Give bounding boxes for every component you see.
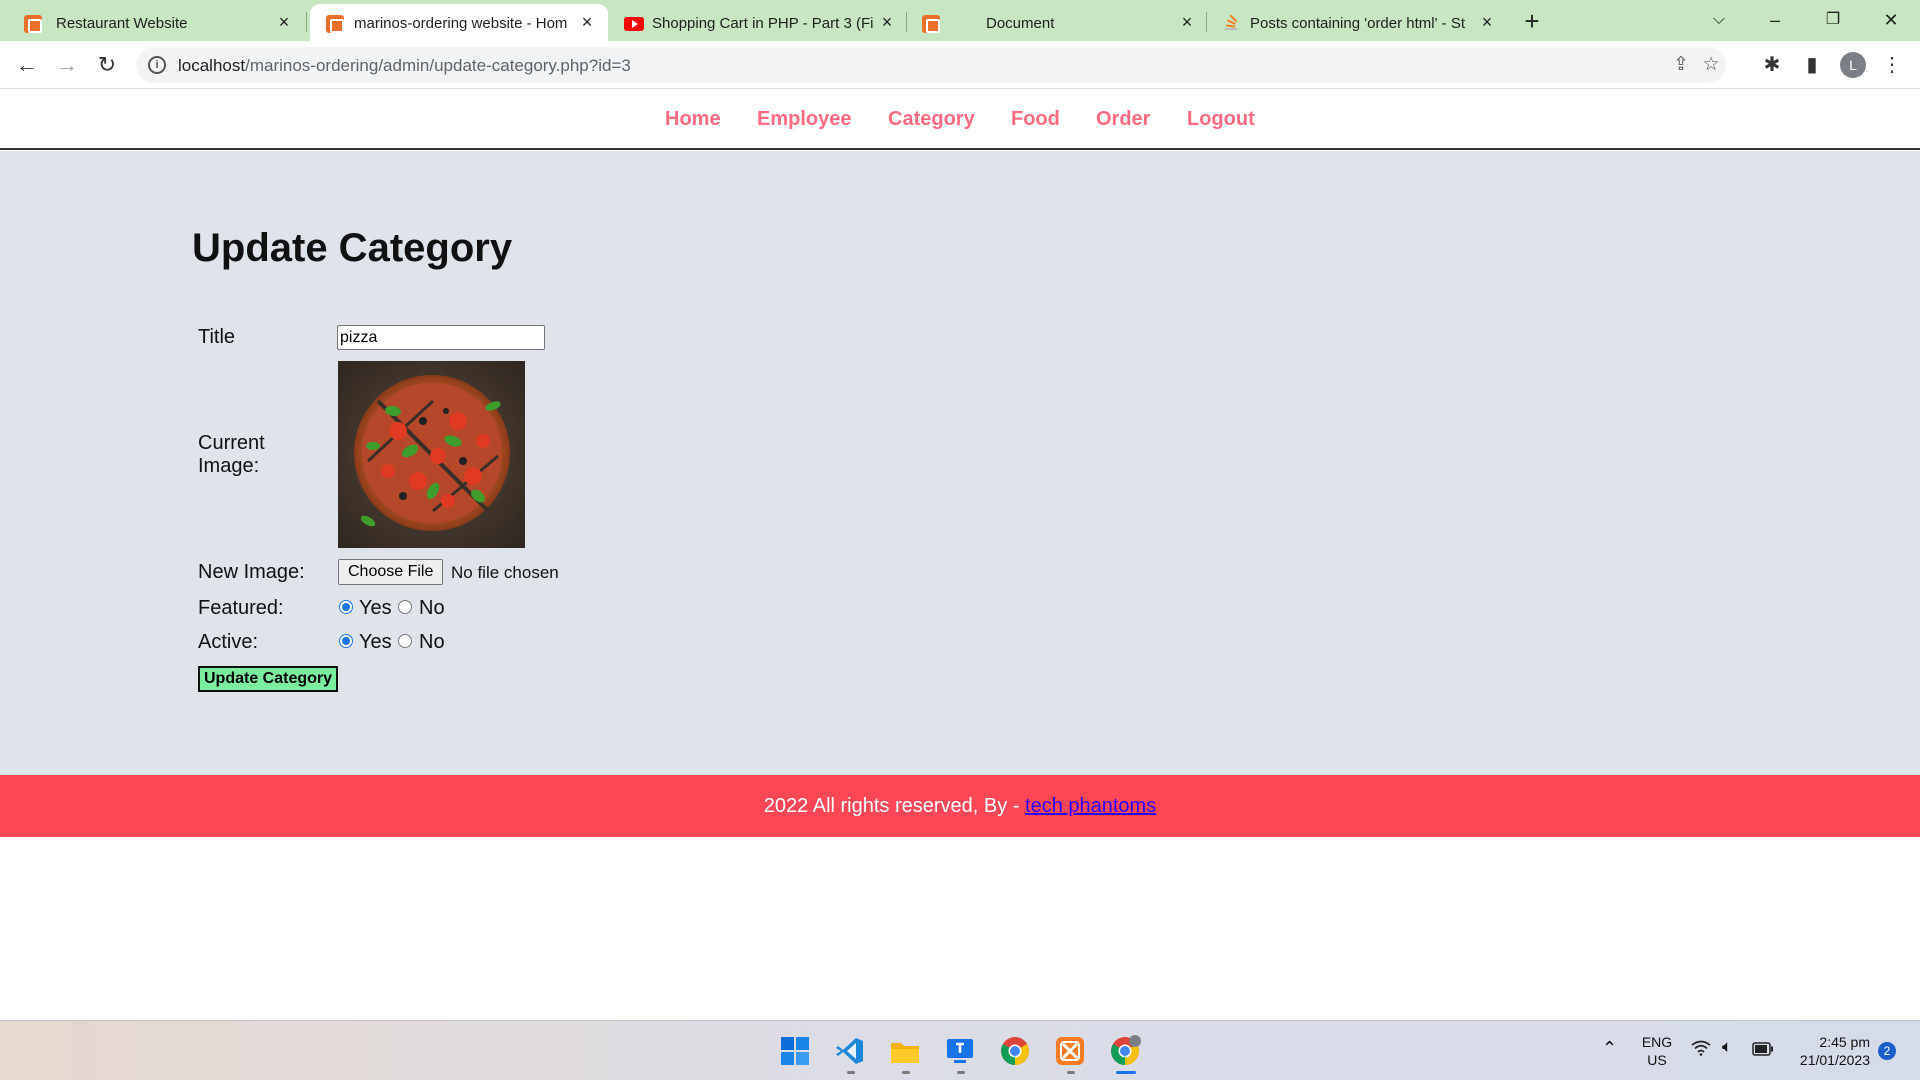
- volume-icon[interactable]: 🔈︎: [1722, 1038, 1732, 1056]
- tab-title: marinos-ordering website - Hom: [354, 15, 568, 32]
- clock[interactable]: 2:45 pm 21/01/2023: [1790, 1033, 1870, 1069]
- file-explorer-icon[interactable]: [889, 1035, 921, 1067]
- running-indicator: [1067, 1071, 1075, 1074]
- nav-category[interactable]: Category: [888, 108, 975, 131]
- page-title: Update Category: [192, 226, 513, 270]
- tab-title: Posts containing 'order html' - St: [1250, 15, 1465, 32]
- site-navigation: Home Employee Category Food Order Logout: [0, 90, 1920, 150]
- back-arrow-icon[interactable]: ←: [12, 50, 42, 80]
- input-language[interactable]: ENG US: [1638, 1033, 1676, 1069]
- active-label: Active:: [198, 631, 259, 653]
- windows-taskbar: ⌃ ENG US 🔈︎ 2:45 pm 21/01/2023 2: [0, 1020, 1920, 1080]
- tab-document[interactable]: Document ×: [910, 4, 1208, 41]
- active-indicator: [1116, 1071, 1136, 1074]
- footer-link[interactable]: tech phantoms: [1025, 795, 1156, 817]
- close-window-button[interactable]: ✕: [1868, 6, 1914, 34]
- tab-shopping-cart-video[interactable]: Shopping Cart in PHP - Part 3 (Fi ×: [610, 4, 908, 41]
- active-yes-radio[interactable]: [339, 634, 353, 648]
- extensions-puzzle-icon[interactable]: ✱: [1758, 51, 1786, 79]
- nav-employee[interactable]: Employee: [757, 108, 851, 131]
- windows-start-icon[interactable]: [779, 1035, 811, 1067]
- tab-search-chevron-icon[interactable]: ⌵: [1696, 6, 1742, 34]
- profile-avatar[interactable]: L: [1840, 52, 1866, 78]
- vscode-icon[interactable]: [834, 1035, 866, 1067]
- tab-title: Restaurant Website: [56, 15, 188, 32]
- footer-text: 2022 All rights reserved, By - tech phan…: [763, 795, 1157, 817]
- browser-toolbar: ← → ↻ i localhost/marinos-ordering/admin…: [0, 41, 1920, 89]
- xampp-icon: [24, 15, 42, 33]
- tab-separator: [1206, 12, 1207, 32]
- tab-marinos-ordering[interactable]: marinos-ordering website - Hom ×: [310, 4, 608, 41]
- active-no-radio[interactable]: [398, 634, 412, 648]
- xampp-taskbar-icon[interactable]: [1054, 1035, 1086, 1067]
- wifi-icon[interactable]: [1691, 1040, 1711, 1060]
- share-icon[interactable]: ⇪: [1670, 54, 1692, 76]
- choose-file-button[interactable]: Choose File: [338, 559, 444, 585]
- stackoverflow-icon: [1222, 14, 1240, 33]
- side-panel-icon[interactable]: ▮: [1798, 51, 1826, 79]
- close-icon[interactable]: ×: [275, 13, 293, 31]
- featured-yes-radio[interactable]: [339, 600, 353, 614]
- featured-no-radio[interactable]: [398, 600, 412, 614]
- xampp-icon: [922, 15, 940, 33]
- xampp-icon: [326, 15, 344, 33]
- reload-icon[interactable]: ↻: [92, 50, 122, 80]
- active-yes-label: Yes: [359, 631, 392, 653]
- new-tab-button[interactable]: +: [1518, 8, 1546, 36]
- current-category-image: [338, 361, 525, 548]
- site-footer: 2022 All rights reserved, By - tech phan…: [0, 775, 1920, 837]
- nav-food[interactable]: Food: [1011, 108, 1060, 131]
- chrome-icon[interactable]: [999, 1035, 1031, 1067]
- update-category-button[interactable]: Update Category: [198, 666, 338, 692]
- close-icon[interactable]: ×: [878, 13, 896, 31]
- forward-arrow-icon[interactable]: →: [52, 50, 82, 80]
- chrome-profile-icon[interactable]: [1109, 1035, 1141, 1067]
- address-bar[interactable]: i localhost/marinos-ordering/admin/updat…: [136, 47, 1726, 83]
- new-image-label: New Image:: [198, 561, 305, 583]
- featured-no-label: No: [419, 597, 445, 619]
- nav-logout[interactable]: Logout: [1187, 108, 1255, 131]
- main-content: Update Category Title Current Image:: [0, 151, 1920, 775]
- youtube-icon: [624, 17, 644, 31]
- notification-badge[interactable]: 2: [1878, 1042, 1896, 1060]
- title-label: Title: [198, 326, 236, 348]
- bookmark-star-icon[interactable]: ☆: [1700, 54, 1722, 76]
- title-input[interactable]: [337, 325, 545, 350]
- menu-kebab-icon[interactable]: ⋮: [1878, 51, 1906, 79]
- current-image-label: Current Image:: [198, 432, 265, 477]
- nav-order[interactable]: Order: [1096, 108, 1150, 131]
- nav-home[interactable]: Home: [665, 108, 721, 131]
- tab-title: Document: [986, 15, 1055, 32]
- featured-yes-label: Yes: [359, 597, 392, 619]
- no-file-chosen-text: No file chosen: [451, 563, 559, 582]
- url-text: localhost/marinos-ordering/admin/update-…: [178, 56, 631, 75]
- tab-restaurant-website[interactable]: Restaurant Website ×: [0, 4, 305, 41]
- browser-tab-strip: Restaurant Website × marinos-ordering we…: [0, 0, 1920, 41]
- running-indicator: [902, 1071, 910, 1074]
- tab-stackoverflow-posts[interactable]: Posts containing 'order html' - St ×: [1210, 4, 1508, 41]
- tab-title: Shopping Cart in PHP - Part 3 (Fi: [652, 15, 874, 32]
- running-indicator: [957, 1071, 965, 1074]
- show-hidden-icons-chevron-icon[interactable]: ⌃: [1602, 1039, 1617, 1057]
- minimize-button[interactable]: –: [1752, 6, 1798, 34]
- close-icon[interactable]: ×: [1178, 13, 1196, 31]
- remote-desktop-icon[interactable]: [944, 1035, 976, 1067]
- active-no-label: No: [419, 631, 445, 653]
- featured-label: Featured:: [198, 597, 284, 619]
- tab-separator: [306, 12, 307, 32]
- restore-button[interactable]: ❐: [1810, 6, 1856, 34]
- close-icon[interactable]: ×: [578, 13, 596, 31]
- close-icon[interactable]: ×: [1478, 13, 1496, 31]
- running-indicator: [847, 1071, 855, 1074]
- site-info-icon[interactable]: i: [148, 56, 166, 74]
- battery-icon[interactable]: [1752, 1042, 1774, 1060]
- tab-separator: [906, 12, 907, 32]
